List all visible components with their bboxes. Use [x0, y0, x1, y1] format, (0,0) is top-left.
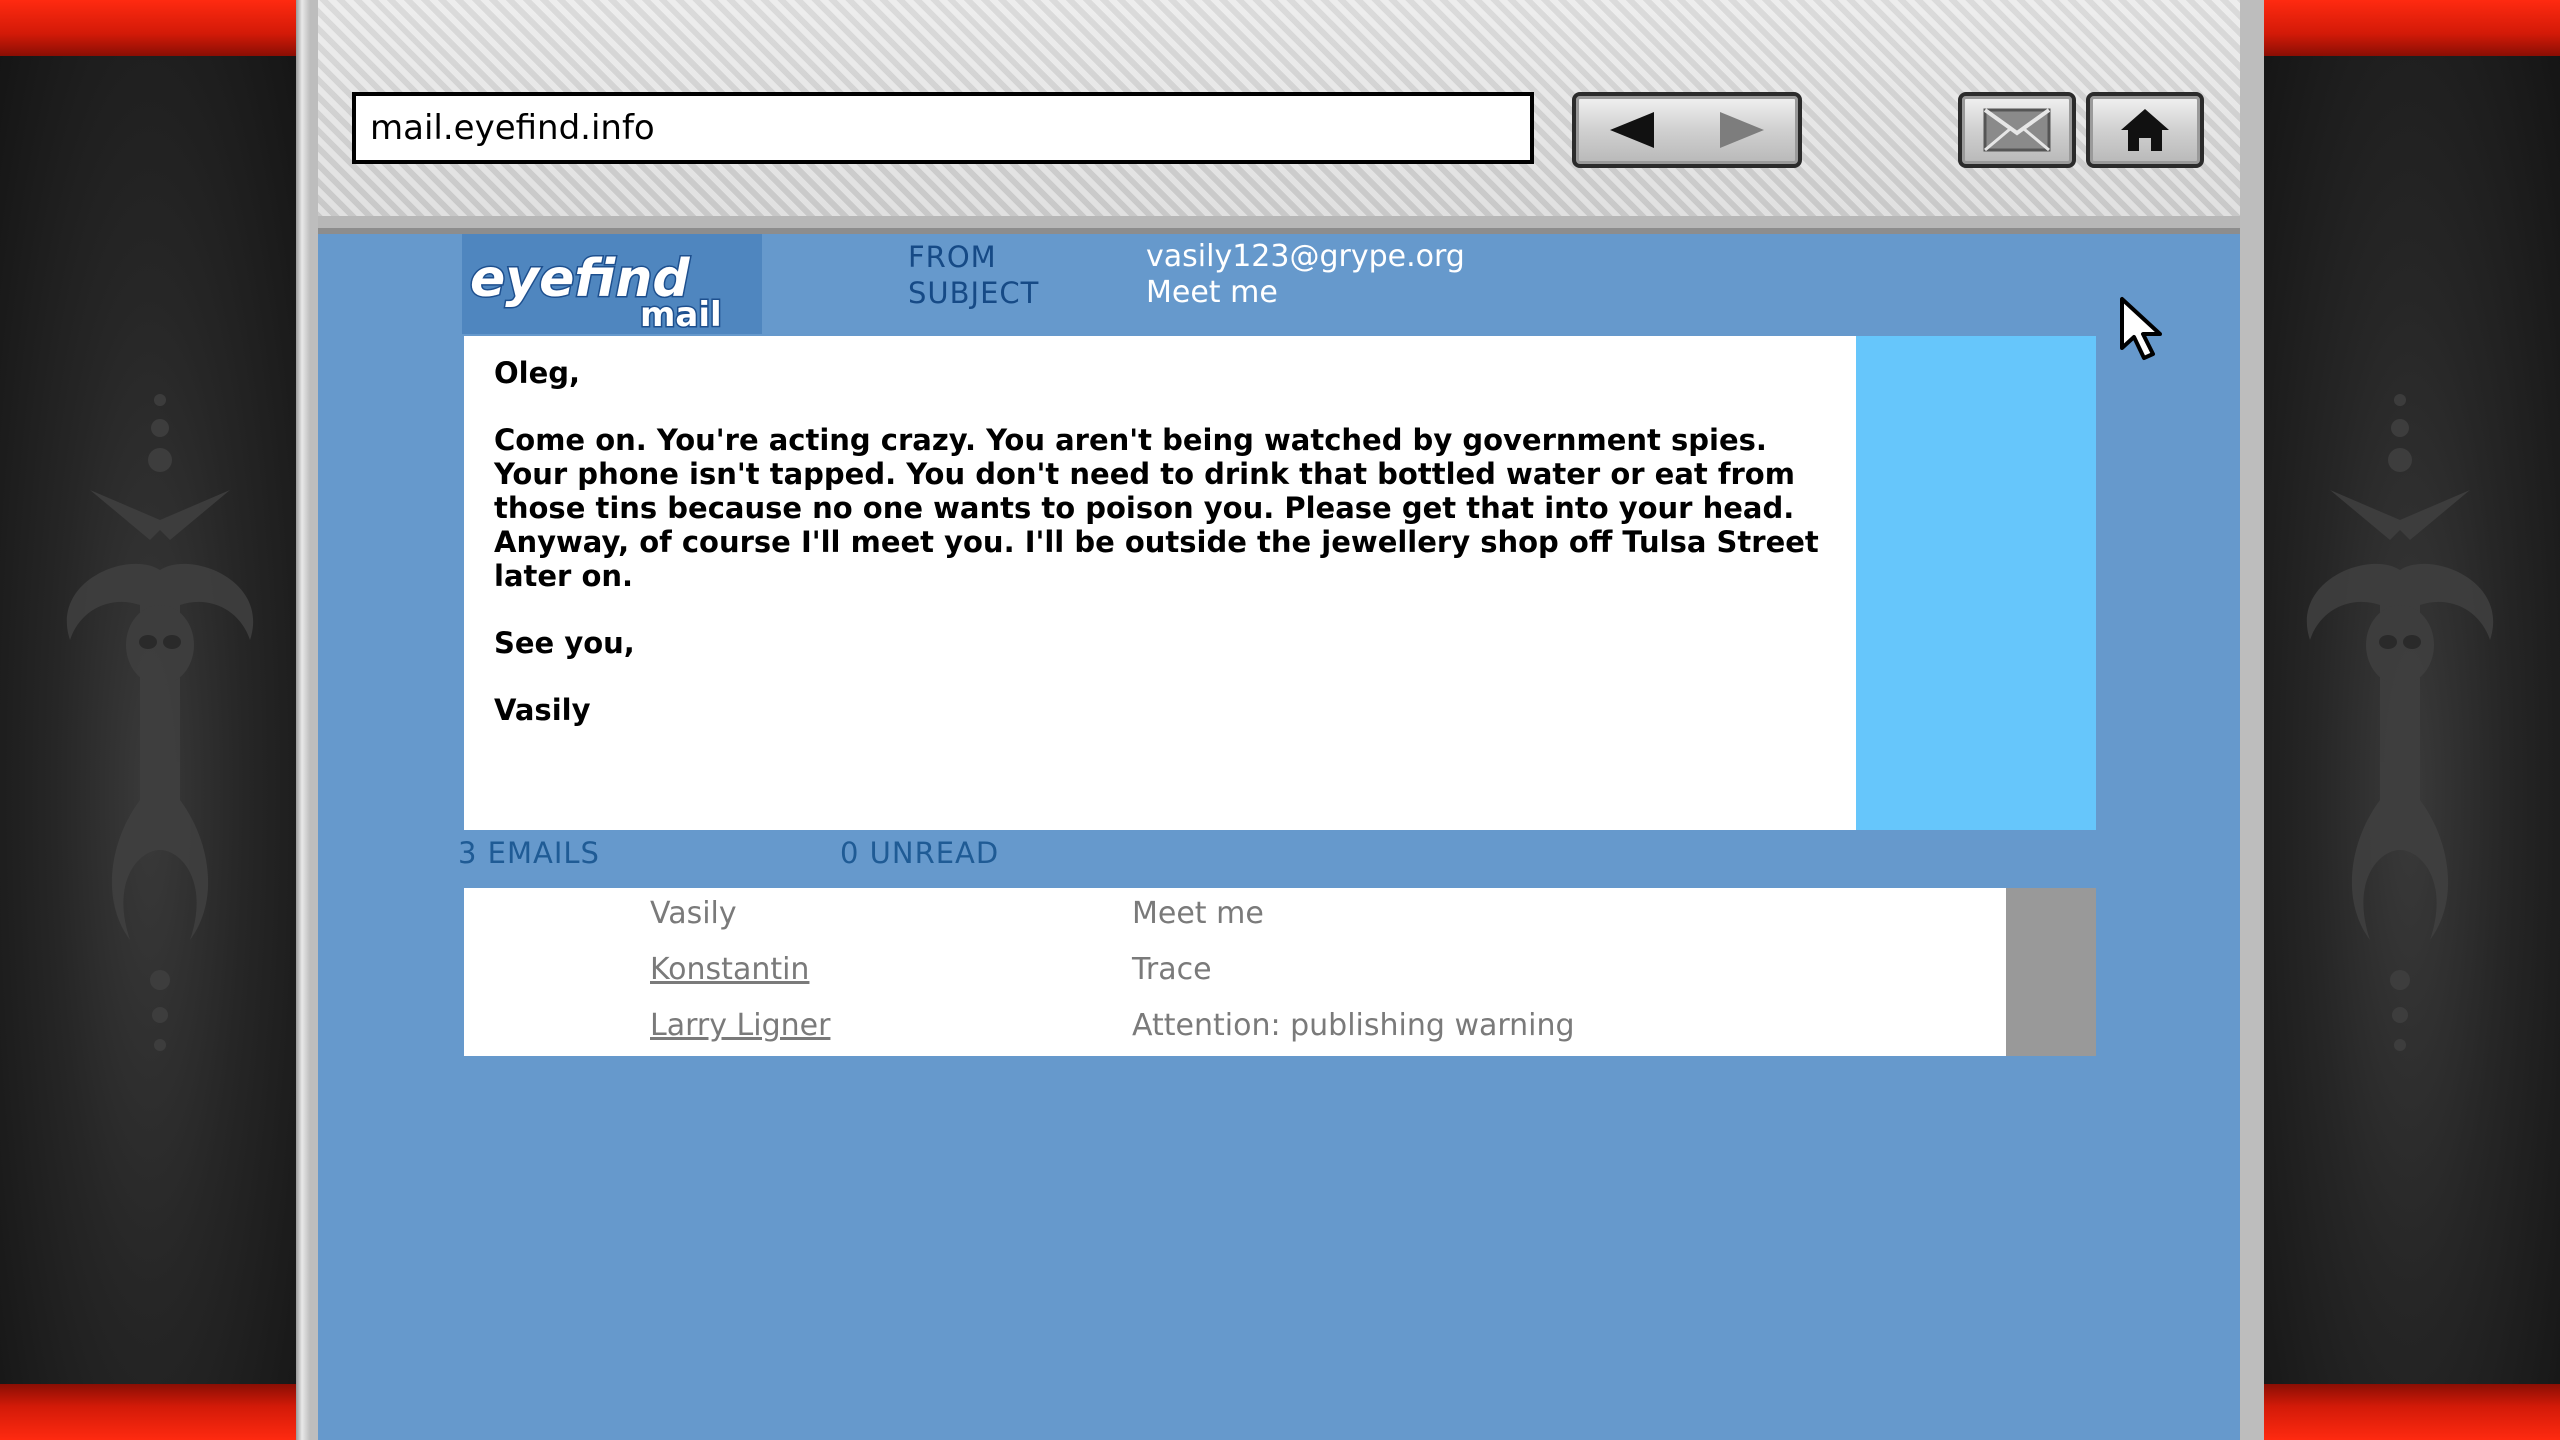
home-button[interactable]: [2086, 92, 2204, 168]
email-signature: Vasily: [494, 693, 591, 727]
from-label: FROM: [908, 240, 997, 274]
email-greeting: Oleg,: [494, 356, 581, 390]
forward-arrow-icon[interactable]: [1712, 110, 1768, 150]
unread-count: 0 UNREAD: [840, 836, 1000, 870]
inbox-scrollbar[interactable]: [2006, 888, 2096, 1056]
list-item-sender-link[interactable]: Konstantin: [650, 952, 809, 987]
emblem-icon: [66, 394, 254, 1051]
right-background-panel: [2260, 0, 2560, 1440]
eyefind-mail-logo[interactable]: eyefind mail: [462, 234, 762, 337]
emblem-icon: [2306, 394, 2494, 1051]
list-item[interactable]: Vasily Meet me: [464, 888, 2006, 944]
list-item-subject: Attention: publishing warning: [1132, 1008, 1575, 1043]
red-stripe-top: [0, 0, 300, 56]
back-arrow-icon[interactable]: [1606, 110, 1662, 150]
inbox-list: Vasily Meet me Konstantin Trace Larry Li…: [464, 888, 2006, 1056]
list-item-sender: Vasily: [650, 896, 737, 931]
browser-toolbar: mail.eyefind.info: [318, 0, 2240, 234]
list-item[interactable]: Konstantin Trace: [464, 944, 2006, 1000]
subject-value: Meet me: [1146, 275, 1278, 310]
list-item-subject: Trace: [1132, 952, 1212, 987]
red-stripe-bottom: [0, 1384, 300, 1440]
back-forward-buttons: [1572, 92, 1802, 168]
home-icon: [2121, 109, 2169, 151]
address-bar-text: mail.eyefind.info: [370, 108, 655, 148]
email-body: Oleg, Come on. You're acting crazy. You …: [464, 336, 1856, 830]
ad-side-panel: [1856, 336, 2096, 830]
eyefind-mail-page: eyefind mail FROM vasily123@grype.org SU…: [318, 234, 2240, 1440]
browser-window: mail.eyefind.info eyefind mail FROM vasi…: [296, 0, 2264, 1440]
list-item-subject: Meet me: [1132, 896, 1264, 931]
mouse-cursor-icon: [2120, 297, 2162, 360]
left-background-panel: [0, 0, 300, 1440]
logo-graphic: eyefind mail: [469, 248, 724, 337]
subject-label: SUBJECT: [908, 276, 1040, 310]
email-count: 3 EMAILS: [458, 836, 600, 870]
email-signoff: See you,: [494, 626, 635, 660]
address-bar[interactable]: mail.eyefind.info: [352, 92, 1534, 164]
red-stripe-bottom: [2260, 1384, 2560, 1440]
list-item-sender-link[interactable]: Larry Ligner: [650, 1008, 830, 1043]
list-item[interactable]: Larry Ligner Attention: publishing warni…: [464, 1000, 2006, 1056]
logo-word-mail: mail: [640, 295, 722, 334]
from-value: vasily123@grype.org: [1146, 239, 1465, 274]
envelope-icon: [1983, 108, 2051, 152]
email-paragraph: Come on. You're acting crazy. You aren't…: [494, 423, 1829, 593]
red-stripe-top: [2260, 0, 2560, 56]
mail-button[interactable]: [1958, 92, 2076, 168]
